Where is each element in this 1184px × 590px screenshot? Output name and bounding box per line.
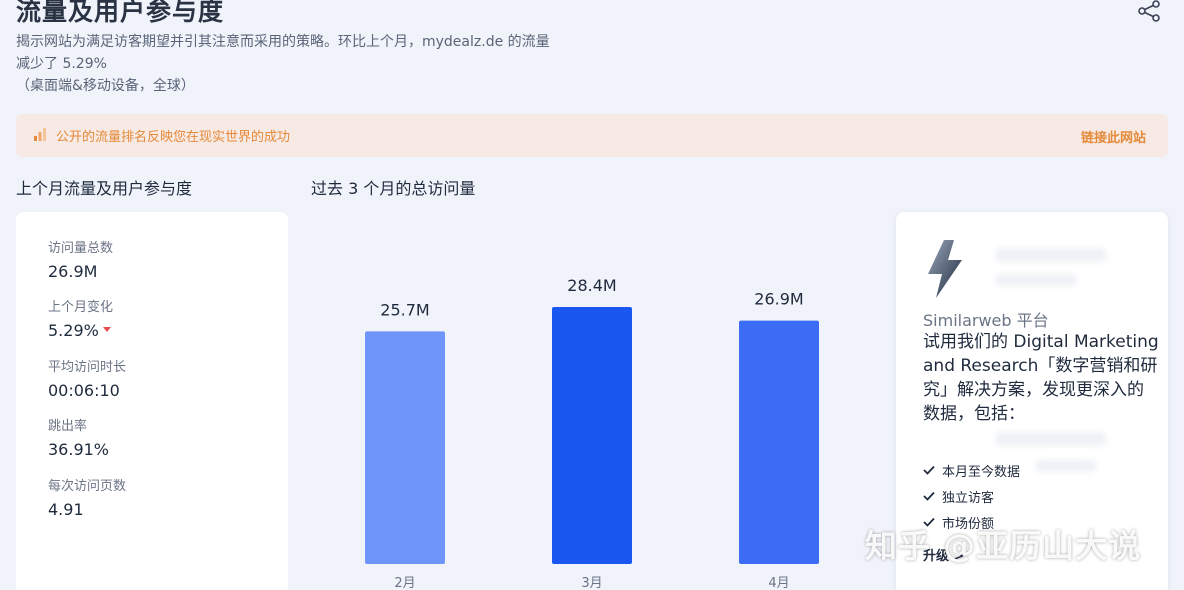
check-icon: [923, 491, 935, 501]
bar-4月[interactable]: [739, 320, 819, 564]
metric-bounce-rate: 跳出率 36.91%: [48, 418, 109, 460]
description-line: 揭示网站为满足访客期望并引其注意而采用的策略。环比上个月，mydealz.de …: [16, 34, 550, 50]
check-icon: [923, 465, 935, 475]
promo-brand: Similarweb 平台: [923, 311, 1049, 330]
list-item: 本月至今数据: [923, 457, 1020, 483]
metrics-card: 访问量总数 26.9M 上个月变化 5.29% 平均访问时长 00:06:10 …: [16, 212, 288, 590]
blurred-placeholder: [1036, 460, 1096, 472]
metric-label: 平均访问时长: [48, 360, 127, 375]
blurred-placeholder: [996, 432, 1106, 446]
metric-label: 上个月变化: [48, 300, 114, 315]
description-line: 减少了 5.29%: [16, 56, 107, 72]
metric-avg-duration: 平均访问时长 00:06:10: [48, 359, 126, 401]
feature-label: 本月至今数据: [942, 464, 1021, 480]
metric-monthly-change: 上个月变化 5.29%: [48, 299, 113, 341]
metric-value: 5.29%: [48, 321, 99, 340]
metric-value-row: 5.29%: [48, 321, 113, 341]
blurred-placeholder: [996, 248, 1106, 262]
metric-total-visits: 访问量总数 26.9M: [48, 240, 113, 282]
page-description: 揭示网站为满足访客期望并引其注意而采用的策略。环比上个月，mydealz.de …: [16, 31, 636, 97]
page-title: 流量及用户参与度: [16, 0, 225, 26]
visits-bar-chart: 25.7M 2月 28.4M 3月 26.9M 4月: [365, 276, 819, 590]
bar-value-label: 25.7M: [380, 300, 429, 319]
bar-2月[interactable]: [365, 331, 445, 564]
bar-value-label: 26.9M: [754, 290, 803, 309]
x-tick-label: 4月: [768, 576, 789, 590]
bar-chart-icon: [34, 128, 46, 141]
metric-label: 每次访问页数: [48, 479, 127, 494]
feature-label: 独立访客: [942, 490, 995, 506]
connect-site-link[interactable]: 链接此网站: [1081, 127, 1146, 146]
metric-value: 4.91: [48, 500, 84, 519]
metrics-section-title: 上个月流量及用户参与度: [16, 179, 193, 198]
promo-body: 试用我们的 Digital Marketing and Research「数字营…: [923, 332, 1159, 424]
bar-3月[interactable]: [552, 307, 632, 564]
metric-value: 26.9M: [48, 262, 98, 281]
metric-pages-per-visit: 每次访问页数 4.91: [48, 478, 126, 520]
metric-label: 访问量总数: [48, 241, 114, 256]
list-item: 独立访客: [923, 483, 1020, 509]
metric-label: 跳出率: [48, 419, 88, 434]
watermark: 知乎 @亚历山大说: [865, 527, 1142, 565]
ranking-banner: 公开的流量排名反映您在现实世界的成功 链接此网站: [16, 114, 1168, 157]
lightning-icon: [928, 240, 962, 298]
metric-value: 36.91%: [48, 440, 110, 459]
description-line: （桌面端&移动设备，全球）: [16, 78, 195, 94]
metric-value: 00:06:10: [48, 381, 120, 400]
x-tick-label: 2月: [394, 576, 415, 590]
banner-text: 公开的流量排名反映您在现实世界的成功: [56, 130, 291, 145]
share-icon[interactable]: [1137, 0, 1161, 22]
x-tick-label: 3月: [581, 576, 602, 590]
bar-value-label: 28.4M: [567, 276, 616, 295]
trend-down-icon: [102, 327, 111, 332]
chart-section-title: 过去 3 个月的总访问量: [311, 179, 476, 198]
blurred-placeholder: [996, 274, 1076, 286]
